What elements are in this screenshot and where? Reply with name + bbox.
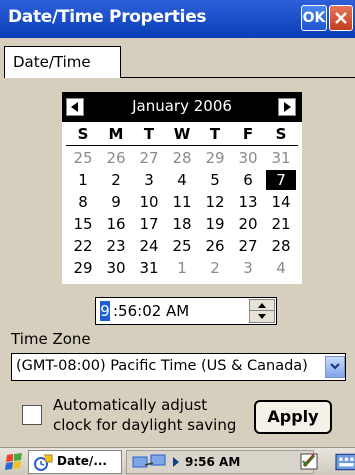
arrow-down-icon <box>258 314 266 319</box>
calendar-day[interactable]: 1 <box>167 258 197 278</box>
system-tray: 9:56 AM <box>126 450 314 474</box>
calendar-day[interactable]: 31 <box>134 258 164 278</box>
time-spinner[interactable] <box>249 299 275 323</box>
calendar-day[interactable]: 17 <box>134 214 164 234</box>
calendar-day[interactable]: 18 <box>167 214 197 234</box>
calendar-day[interactable]: 29 <box>200 148 230 168</box>
weekday-header: M <box>108 125 124 143</box>
tab-date-time[interactable]: Date/Time <box>4 46 121 78</box>
network-icon[interactable] <box>131 453 171 471</box>
calendar-day[interactable]: 30 <box>101 258 131 278</box>
calendar-day[interactable]: 25 <box>167 236 197 256</box>
calendar-day[interactable]: 12 <box>200 192 230 212</box>
time-remaining-segments[interactable]: :56:02 AM <box>113 301 189 321</box>
weekday-header: T <box>143 125 155 143</box>
taskbar: Date/... 9:56 AM <box>0 447 355 475</box>
chevron-down-icon <box>330 363 340 370</box>
calendar-day[interactable]: 27 <box>233 236 263 256</box>
calendar-day[interactable]: 19 <box>200 214 230 234</box>
calendar-grid: S M T W T F S 25 26 27 28 29 30 31 1 2 3 4 5 6 7 8 9 10 11 12 13 14… <box>62 122 302 284</box>
calendar-day[interactable]: 26 <box>200 236 230 256</box>
timezone-select[interactable]: (GMT-08:00) Pacific Time (US & Canada) <box>11 353 346 381</box>
title-bar: Date/Time Properties OK <box>0 0 355 38</box>
arrow-right-icon <box>284 102 291 112</box>
dst-checkbox[interactable] <box>22 405 42 425</box>
calendar-day[interactable]: 20 <box>233 214 263 234</box>
close-button[interactable] <box>329 5 353 31</box>
calendar-day[interactable]: 16 <box>101 214 131 234</box>
windows-start-icon[interactable] <box>3 451 25 473</box>
calendar-day[interactable]: 7 <box>266 170 296 190</box>
close-icon <box>335 12 347 24</box>
calendar-day[interactable]: 31 <box>266 148 296 168</box>
timezone-label: Time Zone <box>11 330 91 348</box>
calendar-day[interactable]: 9 <box>101 192 131 212</box>
weekday-header: F <box>242 125 254 143</box>
calendar-day[interactable]: 15 <box>68 214 98 234</box>
timezone-value: (GMT-08:00) Pacific Time (US & Canada) <box>16 358 308 374</box>
calendar-day[interactable]: 10 <box>134 192 164 212</box>
calendar-day[interactable]: 29 <box>68 258 98 278</box>
weekday-header: S <box>77 125 89 143</box>
arrow-up-icon <box>258 303 266 308</box>
window-title: Date/Time Properties <box>8 7 207 27</box>
calendar-day[interactable]: 2 <box>101 170 131 190</box>
weekday-header: W <box>173 125 191 143</box>
weekday-header: T <box>209 125 221 143</box>
ok-button[interactable]: OK <box>301 5 327 31</box>
calendar-day[interactable]: 21 <box>266 214 296 234</box>
dst-label-line2: clock for daylight saving <box>53 416 237 434</box>
dst-label-line1: Automatically adjust <box>53 396 208 414</box>
keyboard-icon[interactable] <box>332 451 355 473</box>
timezone-dropdown-button[interactable] <box>325 356 345 378</box>
calendar-day[interactable]: 28 <box>167 148 197 168</box>
calendar-day[interactable]: 24 <box>134 236 164 256</box>
calendar-day[interactable]: 5 <box>200 170 230 190</box>
calendar-day[interactable]: 11 <box>167 192 197 212</box>
next-month-button[interactable] <box>278 98 296 116</box>
taskbar-clock[interactable]: 9:56 AM <box>185 455 240 469</box>
calendar-day[interactable]: 8 <box>68 192 98 212</box>
calendar-day[interactable]: 27 <box>134 148 164 168</box>
calendar-day[interactable]: 23 <box>101 236 131 256</box>
calendar-header: January 2006 <box>62 92 302 122</box>
calendar-day[interactable]: 14 <box>266 192 296 212</box>
calendar-day[interactable]: 3 <box>134 170 164 190</box>
calendar-day[interactable]: 1 <box>68 170 98 190</box>
input-pen-icon[interactable] <box>300 451 318 471</box>
calendar-day[interactable]: 22 <box>68 236 98 256</box>
calendar-day[interactable]: 13 <box>233 192 263 212</box>
calendar-day[interactable]: 4 <box>266 258 296 278</box>
time-hour-segment[interactable]: 9 <box>100 301 110 321</box>
weekday-header: S <box>275 125 287 143</box>
taskbar-task-date-time[interactable]: Date/... <box>28 450 122 474</box>
apply-button[interactable]: Apply <box>254 400 332 434</box>
calendar-day[interactable]: 26 <box>101 148 131 168</box>
month-label: January 2006 <box>132 97 232 115</box>
clock-icon <box>34 454 53 471</box>
calendar-day[interactable]: 30 <box>233 148 263 168</box>
calendar-day[interactable]: 2 <box>200 258 230 278</box>
calendar-day[interactable]: 28 <box>266 236 296 256</box>
calendar-day[interactable]: 3 <box>233 258 263 278</box>
calendar-day[interactable]: 25 <box>68 148 98 168</box>
spin-up-button[interactable] <box>250 300 274 311</box>
taskbar-task-label: Date/... <box>57 454 107 468</box>
spin-down-button[interactable] <box>250 311 274 322</box>
weekday-divider <box>66 145 298 146</box>
tab-label: Date/Time <box>13 53 91 71</box>
tray-expand-icon[interactable] <box>173 457 179 467</box>
calendar-day[interactable]: 6 <box>233 170 263 190</box>
calendar-day[interactable]: 4 <box>167 170 197 190</box>
time-input[interactable]: 9 :56:02 AM <box>95 297 277 325</box>
